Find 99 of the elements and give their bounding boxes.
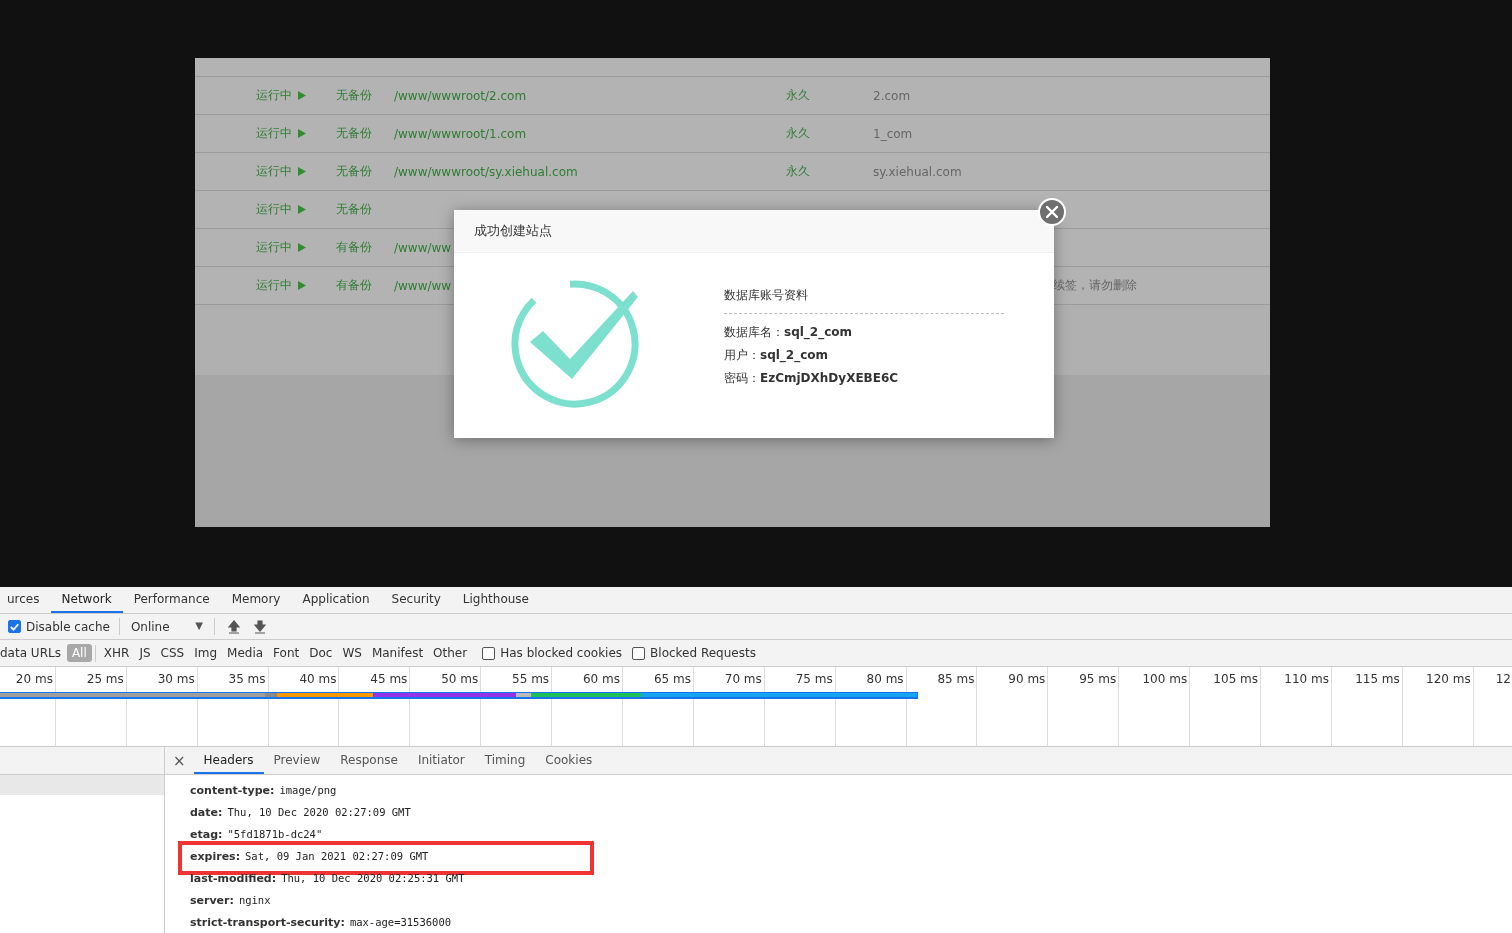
header-name: server: — [190, 893, 234, 907]
tick-label: 45 ms — [370, 672, 408, 688]
section-title: 数据库账号资料 — [724, 287, 809, 304]
play-icon — [297, 204, 307, 215]
tick-label: 75 ms — [795, 672, 833, 688]
header-name: strict-transport-security: — [190, 915, 345, 929]
status-text: 运行中 — [256, 163, 292, 180]
panel-tab[interactable]: Memory — [220, 587, 292, 613]
throttling-dropdown[interactable]: Online ▼ — [128, 619, 205, 634]
header-value: "5fd1871b-dc24" — [227, 828, 323, 840]
status-text: 运行中 — [256, 125, 292, 142]
detail-tab[interactable]: Preview — [263, 747, 331, 774]
filter-button[interactable]: Img — [189, 644, 223, 663]
filter-label: data URLs — [0, 646, 61, 661]
panel-tab[interactable]: Lighthouse — [451, 587, 540, 613]
status-text: 运行中 — [256, 277, 292, 294]
panel-tab[interactable]: Network — [50, 587, 123, 613]
tick-label: 20 ms — [15, 672, 53, 688]
header-value: image/png — [279, 784, 337, 796]
header-value: max-age=31536000 — [349, 916, 452, 928]
header-name: last-modified: — [190, 871, 277, 885]
field-value: sql_2_com — [760, 348, 829, 362]
tick-label: 115 ms — [1355, 672, 1400, 688]
filter-button[interactable]: WS — [337, 644, 367, 663]
filter-button[interactable]: Media — [222, 644, 269, 663]
upload-icon — [227, 619, 240, 634]
panel-tab[interactable]: Security — [380, 587, 452, 613]
panel-tab[interactable]: urces — [0, 587, 51, 613]
field-value: sql_2_com — [784, 325, 853, 339]
status-text: 运行中 — [256, 201, 292, 218]
play-icon — [297, 242, 307, 253]
header-value: Thu, 10 Dec 2020 02:27:09 GMT — [227, 806, 411, 818]
play-icon — [297, 90, 307, 101]
checkbox-label: Blocked Requests — [650, 646, 756, 661]
tick-label: 95 ms — [1079, 672, 1117, 688]
detail-tab[interactable]: Response — [330, 747, 408, 774]
header-name: content-type: — [190, 783, 275, 797]
tick-label: 100 ms — [1142, 672, 1188, 688]
tick-label: 110 ms — [1284, 672, 1329, 688]
expiry-text: 永久 — [786, 87, 811, 104]
field-label: 密码： — [724, 371, 760, 385]
filter-button[interactable]: Font — [268, 644, 305, 663]
checkbox-label: Has blocked cookies — [500, 646, 623, 661]
tick-label: 65 ms — [653, 672, 691, 688]
detail-tab[interactable]: Timing — [474, 747, 536, 774]
checkbox-label: Disable cache — [26, 619, 110, 634]
header-value: Thu, 10 Dec 2020 02:25:31 GMT — [281, 872, 465, 884]
detail-tab[interactable]: Cookies — [535, 747, 603, 774]
field-value: EzCmjDXhDyXEBE6C — [760, 371, 899, 385]
tick-label: 55 ms — [512, 672, 550, 688]
close-icon — [1046, 206, 1058, 218]
detail-tab[interactable]: Initiator — [407, 747, 475, 774]
close-button[interactable]: × — [165, 747, 194, 774]
play-icon — [297, 280, 307, 291]
tick-label: 120 ms — [1426, 672, 1471, 688]
header-name: etag: — [190, 827, 223, 841]
status-text: 运行中 — [256, 239, 292, 256]
expiry-text: 永久 — [786, 125, 811, 142]
tick-label: 60 ms — [583, 672, 620, 688]
filter-button[interactable]: Other — [428, 644, 473, 663]
filter-button[interactable]: CSS — [155, 644, 190, 663]
filter-button[interactable]: Manifest — [366, 644, 429, 663]
tick-label: 25 ms — [86, 672, 124, 688]
detail-tab[interactable]: Headers — [193, 747, 264, 774]
tick-label: 70 ms — [724, 672, 762, 688]
status-text: 运行中 — [256, 87, 292, 104]
filter-button[interactable]: XHR — [98, 644, 135, 663]
tick-label: 35 ms — [228, 672, 266, 688]
header-value: nginx — [238, 894, 271, 906]
note-text: 续签，请勿删除 — [1052, 277, 1138, 294]
header-value: Sat, 09 Jan 2021 02:27:09 GMT — [245, 850, 429, 862]
note-text: 1_com — [873, 126, 914, 141]
checkbox[interactable] — [632, 646, 646, 660]
tick-label: 30 ms — [157, 672, 195, 688]
tick-label: 12 — [1495, 672, 1511, 688]
tick-label: 90 ms — [1008, 672, 1046, 688]
success-check-icon — [510, 279, 642, 411]
field-label: 用户： — [724, 348, 760, 362]
play-icon — [297, 166, 307, 177]
tick-label: 105 ms — [1213, 672, 1259, 688]
note-text: 2.com — [873, 88, 912, 103]
panel-tab[interactable]: Performance — [122, 587, 221, 613]
tick-label: 40 ms — [299, 672, 337, 688]
tick-label: 50 ms — [441, 672, 479, 688]
filter-button[interactable]: Doc — [304, 644, 338, 663]
panel-tab[interactable]: Application — [291, 587, 381, 613]
checkbox[interactable] — [482, 646, 496, 660]
tick-label: 80 ms — [866, 672, 904, 688]
filter-button[interactable]: JS — [134, 644, 156, 663]
note-text: sy.xiehual.com — [873, 164, 963, 179]
expiry-text: 永久 — [786, 163, 811, 180]
header-name: expires: — [190, 849, 241, 863]
checkbox[interactable] — [8, 620, 21, 633]
tick-label: 85 ms — [937, 672, 975, 688]
dialog-title: 成功创建站点 — [474, 222, 552, 240]
download-icon — [253, 619, 266, 634]
field-label: 数据库名： — [724, 325, 784, 339]
play-icon — [297, 128, 307, 139]
header-name: date: — [190, 805, 223, 819]
